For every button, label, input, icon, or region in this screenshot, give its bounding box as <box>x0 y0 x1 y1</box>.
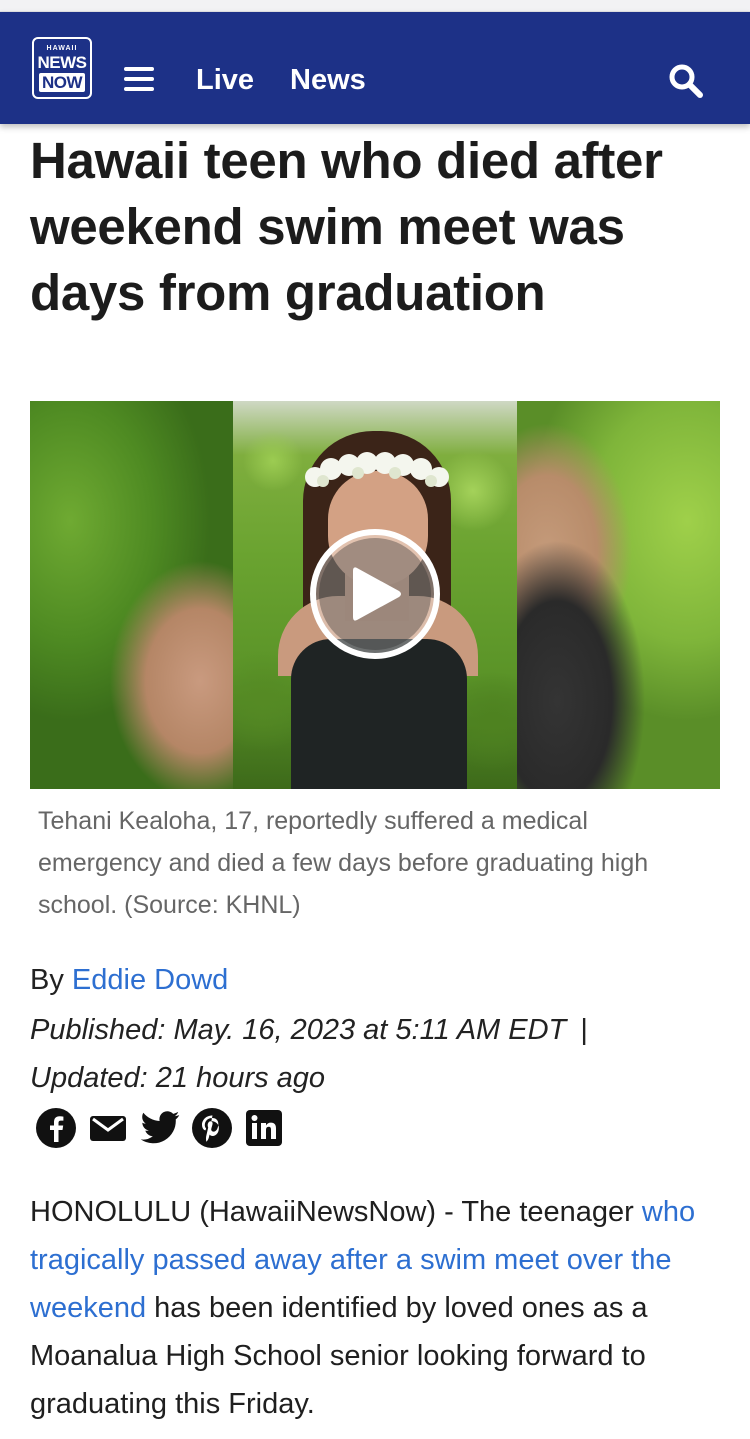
linkedin-icon[interactable] <box>242 1106 286 1150</box>
byline-prefix: By <box>30 964 64 996</box>
logo-line-hawaii: HAWAII <box>46 44 78 52</box>
article-headline: Hawaii teen who died after weekend swim … <box>30 132 663 321</box>
body-intro: HONOLULU (HawaiiNewsNow) - The teenager <box>30 1196 642 1228</box>
logo-line-now: NOW <box>38 72 86 92</box>
site-header: HAWAII NEWS NOW Live News <box>0 12 750 124</box>
menu-icon[interactable] <box>124 67 154 93</box>
search-icon[interactable] <box>666 61 706 101</box>
byline: By Eddie Dowd <box>30 958 228 1002</box>
nav-news-link[interactable]: News <box>290 62 366 98</box>
published-date: Published: May. 16, 2023 at 5:11 AM EDT <box>30 1014 567 1046</box>
date-separator: | <box>580 1014 588 1046</box>
video-player[interactable] <box>30 401 720 789</box>
video-blur-right <box>517 401 720 789</box>
email-icon[interactable] <box>86 1106 130 1150</box>
article-dates: Published: May. 16, 2023 at 5:11 AM EDT … <box>30 1006 720 1102</box>
play-icon <box>319 538 431 650</box>
photo-caption: Tehani Kealoha, 17, reportedly suffered … <box>38 807 649 919</box>
article-body-paragraph: HONOLULU (HawaiiNewsNow) - The teenager … <box>30 1188 730 1428</box>
author-link[interactable]: Eddie Dowd <box>72 964 228 996</box>
video-blur-left <box>30 401 234 789</box>
play-button[interactable] <box>310 529 440 659</box>
twitter-icon[interactable] <box>138 1106 182 1150</box>
pinterest-icon[interactable] <box>190 1106 234 1150</box>
logo-line-news: NEWS <box>37 52 88 72</box>
share-bar <box>34 1106 294 1150</box>
updated-date: Updated: 21 hours ago <box>30 1062 326 1094</box>
browser-top-strip <box>0 0 750 12</box>
hawaii-news-now-logo[interactable]: HAWAII NEWS NOW <box>32 37 92 99</box>
nav-live-link[interactable]: Live <box>196 62 254 98</box>
facebook-icon[interactable] <box>34 1106 78 1150</box>
